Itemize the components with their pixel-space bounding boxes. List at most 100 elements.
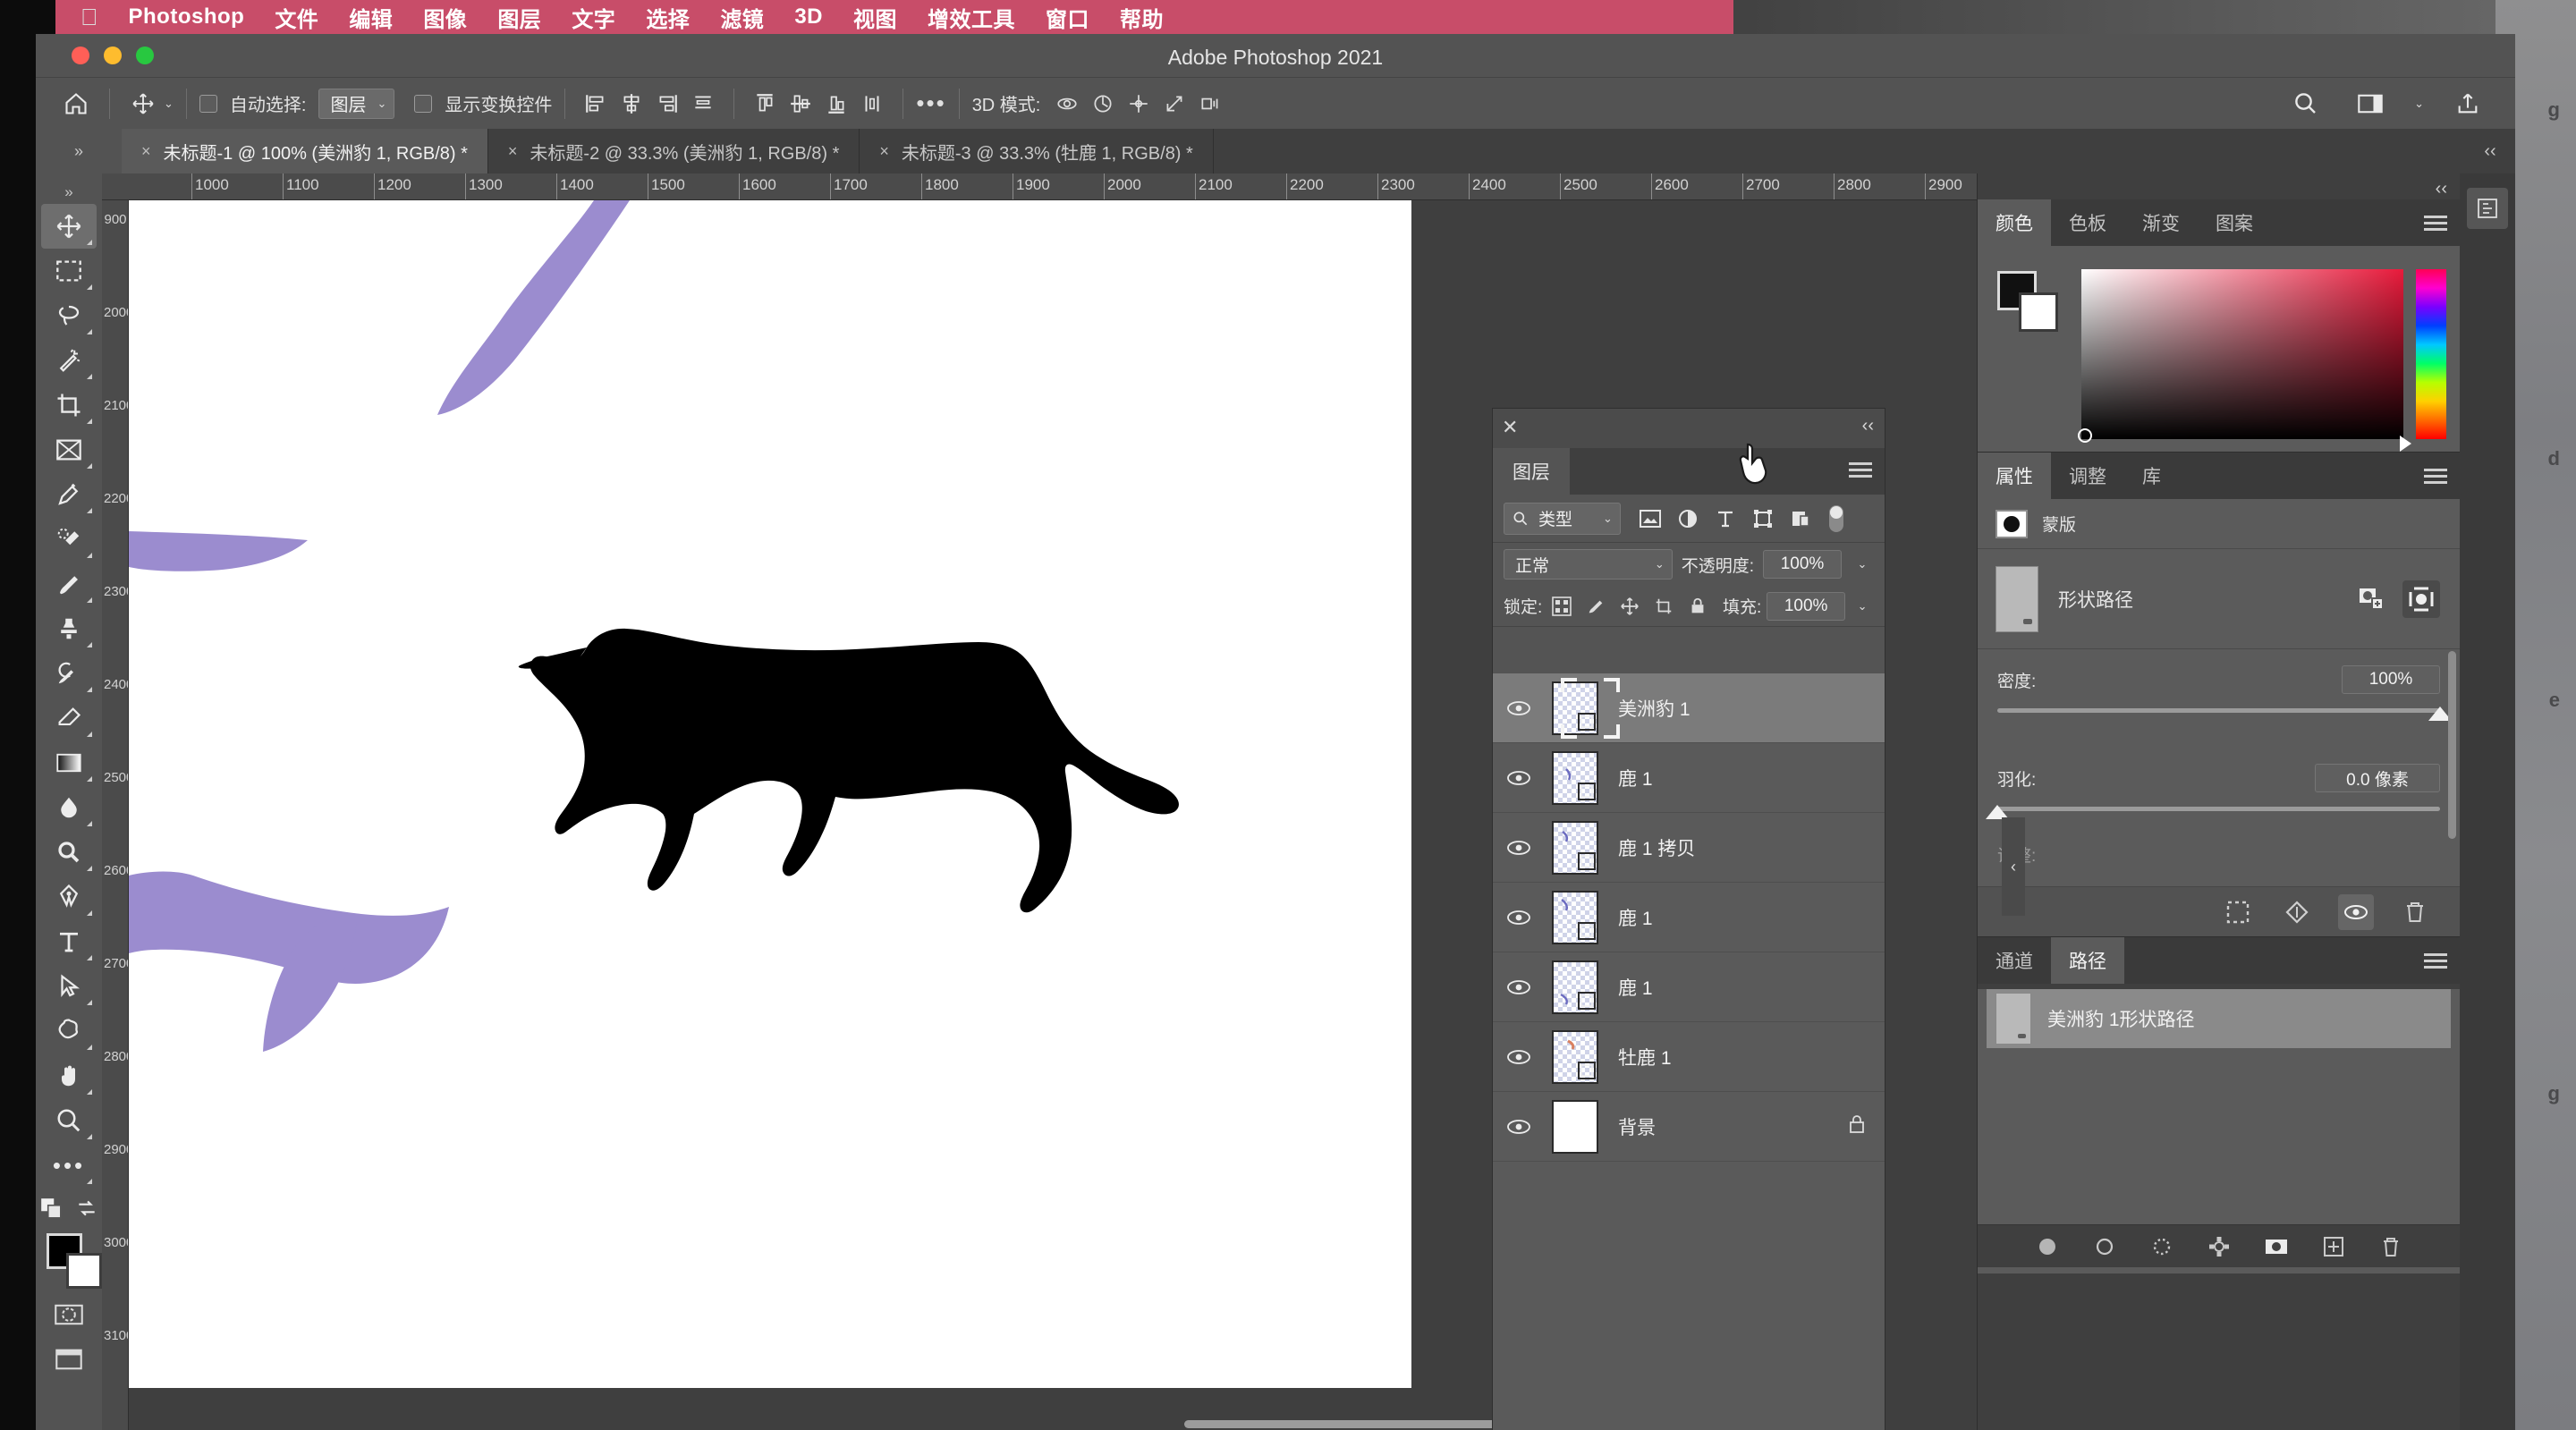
- color-panel-swatches[interactable]: [1997, 271, 2060, 334]
- feather-slider[interactable]: [1997, 800, 2440, 826]
- new-path-icon[interactable]: [2318, 1231, 2350, 1263]
- tab-properties[interactable]: 属性: [1978, 453, 2051, 499]
- pixel-filter-icon[interactable]: [1631, 503, 1669, 535]
- layer-row[interactable]: 鹿 1: [1493, 883, 1885, 952]
- distribute-horizontally-icon[interactable]: [685, 86, 721, 122]
- adjustment-filter-icon[interactable]: [1669, 503, 1707, 535]
- rectangular-marquee-tool-icon[interactable]: [41, 249, 97, 293]
- screen-mode-icon[interactable]: [41, 1337, 97, 1382]
- menu-item-view[interactable]: 视图: [853, 2, 897, 33]
- panel-menu-icon[interactable]: [2424, 953, 2447, 972]
- layer-thumbnail-wrap[interactable]: [1545, 1100, 1606, 1154]
- panel-flyout-handle[interactable]: ‹: [2002, 817, 2025, 916]
- opacity-chevron-down-icon[interactable]: ⌄: [1851, 550, 1874, 579]
- layer-thumbnail[interactable]: [1552, 751, 1598, 805]
- hue-slider[interactable]: [2416, 269, 2446, 439]
- right-panels-column[interactable]: ‹‹ 颜色 色板 渐变 图案: [1977, 173, 2460, 1430]
- search-icon[interactable]: [2285, 85, 2326, 123]
- paths-panel[interactable]: 通道 路径 美洲豹 1形状路径: [1978, 937, 2460, 1268]
- collapse-right-panels-icon[interactable]: ‹‹: [1978, 173, 2460, 199]
- layer-row[interactable]: 牡鹿 1: [1493, 1022, 1885, 1092]
- close-icon[interactable]: ✕: [1502, 416, 1518, 439]
- frame-tool-icon[interactable]: [41, 427, 97, 472]
- tool-preset-chevron-down-icon[interactable]: ⌄: [164, 97, 174, 111]
- paths-panel-footer[interactable]: [1978, 1224, 2460, 1267]
- panel-menu-icon[interactable]: [2424, 216, 2447, 234]
- shape-filter-icon[interactable]: [1744, 503, 1782, 535]
- custom-shape-tool-icon[interactable]: [41, 1009, 97, 1053]
- color-panel[interactable]: 颜色 色板 渐变 图案: [1978, 199, 2460, 453]
- default-colors-icon[interactable]: [39, 1197, 63, 1224]
- load-selection-icon[interactable]: [2220, 894, 2256, 930]
- close-icon[interactable]: ×: [879, 142, 889, 161]
- type-filter-icon[interactable]: [1707, 503, 1744, 535]
- right-dock[interactable]: [2460, 173, 2515, 1430]
- layer-thumbnail-wrap[interactable]: [1545, 681, 1606, 735]
- shape-path-actions[interactable]: [2352, 580, 2440, 618]
- layer-thumbnail-wrap[interactable]: [1545, 960, 1606, 1014]
- share-icon[interactable]: [2447, 85, 2488, 123]
- document-tab-2[interactable]: × 未标题-2 @ 33.3% (美洲豹 1, RGB/8) *: [488, 129, 860, 173]
- spot-healing-brush-tool-icon[interactable]: [41, 517, 97, 562]
- layer-thumbnail[interactable]: [1552, 891, 1598, 944]
- layer-visibility-toggle[interactable]: [1493, 909, 1545, 927]
- tools-panel[interactable]: »: [36, 173, 102, 1430]
- auto-select-target-select[interactable]: 图层 ⌄: [318, 89, 394, 119]
- tab-patterns[interactable]: 图案: [2198, 199, 2271, 246]
- layer-thumbnail[interactable]: [1552, 1100, 1598, 1154]
- path-thumbnail[interactable]: [1996, 993, 2031, 1045]
- distribute-vertically-icon[interactable]: [854, 86, 890, 122]
- 3d-rotate-icon[interactable]: [1049, 86, 1085, 122]
- select-and-mask-icon[interactable]: [2402, 580, 2440, 618]
- dodge-tool-icon[interactable]: [41, 830, 97, 875]
- hue-slider-marker[interactable]: [2400, 436, 2411, 452]
- feather-input[interactable]: 0.0 像素: [2315, 764, 2440, 792]
- collapse-panels-icon[interactable]: ‹‹: [2465, 129, 2515, 173]
- tab-libraries[interactable]: 库: [2124, 453, 2179, 499]
- lock-position-icon[interactable]: [1615, 592, 1644, 621]
- path-to-selection-icon[interactable]: [2146, 1231, 2178, 1263]
- lock-image-icon[interactable]: [1581, 592, 1610, 621]
- clone-stamp-tool-icon[interactable]: [41, 606, 97, 651]
- align-left-edges-icon[interactable]: [578, 86, 614, 122]
- options-bar[interactable]: ⌄ 自动选择: 图层 ⌄ 显示变换控件: [36, 77, 2515, 129]
- menu-item-file[interactable]: 文件: [275, 2, 318, 33]
- history-dock-icon[interactable]: [2467, 188, 2508, 229]
- apple-icon[interactable]: : [80, 4, 98, 31]
- brush-tool-icon[interactable]: [41, 562, 97, 606]
- layer-list[interactable]: 美洲豹 1: [1493, 673, 1885, 1430]
- layer-name[interactable]: 鹿 1 拷贝: [1618, 834, 1695, 861]
- tab-gradients[interactable]: 渐变: [2124, 199, 2198, 246]
- opacity-input[interactable]: 100%: [1763, 550, 1842, 579]
- tab-adjustments[interactable]: 调整: [2051, 453, 2124, 499]
- 3d-slide-icon[interactable]: [1157, 86, 1192, 122]
- quick-mask-icon[interactable]: [41, 1292, 97, 1337]
- document-canvas[interactable]: [129, 200, 1411, 1388]
- path-selection-tool-icon[interactable]: [41, 964, 97, 1009]
- tab-layers[interactable]: 图层: [1493, 448, 1570, 495]
- stroke-path-icon[interactable]: [2089, 1231, 2121, 1263]
- properties-body[interactable]: 蒙版 形状路径: [1978, 499, 2460, 936]
- menu-item-edit[interactable]: 编辑: [349, 2, 393, 33]
- home-icon[interactable]: [55, 85, 97, 123]
- feather-slider-row[interactable]: 羽化: 0.0 像素: [1978, 733, 2460, 832]
- fill-chevron-down-icon[interactable]: ⌄: [1851, 592, 1874, 621]
- layer-visibility-toggle[interactable]: [1493, 769, 1545, 787]
- mac-menu-bar[interactable]:  Photoshop 文件 编辑 图像 图层 文字 选择 滤镜 3D 视图 增…: [55, 0, 1733, 34]
- swap-colors-icon[interactable]: [75, 1197, 98, 1224]
- path-row[interactable]: 美洲豹 1形状路径: [1987, 989, 2451, 1048]
- density-slider-row[interactable]: 密度: 100%: [1978, 649, 2460, 733]
- tab-swatches[interactable]: 色板: [2051, 199, 2124, 246]
- lock-transparent-icon[interactable]: [1547, 592, 1576, 621]
- layer-thumbnail-wrap[interactable]: [1545, 891, 1606, 944]
- layer-row[interactable]: 鹿 1 拷贝: [1493, 813, 1885, 883]
- layer-name[interactable]: 背景: [1618, 1113, 1656, 1140]
- close-icon[interactable]: ×: [141, 142, 151, 161]
- menu-item-filter[interactable]: 滤镜: [720, 2, 764, 33]
- delete-mask-icon[interactable]: [2397, 894, 2433, 930]
- color-swatches[interactable]: [41, 1228, 97, 1292]
- hand-tool-icon[interactable]: [41, 1053, 97, 1098]
- pen-tool-icon[interactable]: [41, 875, 97, 919]
- layer-name[interactable]: 鹿 1: [1618, 974, 1653, 1001]
- paths-panel-tabs[interactable]: 通道 路径: [1978, 937, 2460, 984]
